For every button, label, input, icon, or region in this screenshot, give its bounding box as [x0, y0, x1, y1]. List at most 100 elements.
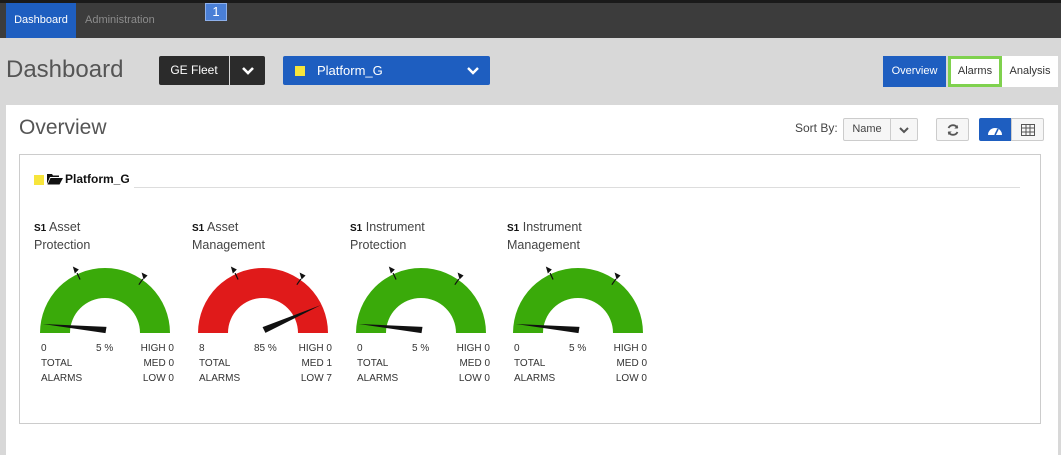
- gauge-card[interactable]: S1 Instrument Management 0 5 % TOTAL ALARMS HI…: [507, 219, 657, 389]
- total-label-line2: ALARMS: [357, 373, 399, 384]
- gauge-dial: [198, 266, 328, 333]
- low-count: LOW 0: [615, 373, 647, 384]
- total-alarms-label: TOTAL ALARMS: [199, 356, 240, 386]
- gauge-title-line2: Management: [192, 238, 265, 252]
- overview-view-button[interactable]: Overview: [883, 56, 946, 87]
- med-count: MED 0: [616, 358, 647, 369]
- gauge-arc: [198, 268, 328, 333]
- gauge-percent: 5 %: [569, 343, 587, 354]
- threshold-marker-low-arrow: [388, 266, 395, 274]
- med-count: MED 0: [459, 358, 490, 369]
- high-count: HIGH 0: [140, 343, 174, 354]
- med-count: MED 1: [301, 358, 332, 369]
- fleet-dropdown-toggle[interactable]: [230, 56, 265, 85]
- group-color-swatch: [34, 175, 44, 185]
- chevron-down-icon: [899, 126, 909, 133]
- gauge-title-line1: Instrument: [365, 220, 425, 234]
- gauge-arc: [356, 268, 486, 333]
- gauge-title-line2: Protection: [34, 238, 91, 252]
- total-alarms-label: TOTAL ALARMS: [357, 356, 398, 386]
- group-name: Platform_G: [65, 172, 130, 186]
- high-count: HIGH 0: [456, 343, 490, 354]
- page-title: Dashboard: [6, 56, 124, 83]
- group-divider: [134, 187, 1020, 188]
- low-count: LOW 0: [142, 373, 174, 384]
- threshold-marker-high-arrow: [614, 272, 621, 280]
- total-alarms-label: TOTAL ALARMS: [41, 356, 82, 386]
- chevron-down-icon: [241, 66, 254, 75]
- med-count: MED 0: [143, 358, 174, 369]
- gauge-title: S1 Instrument Management: [507, 219, 657, 254]
- notification-badge[interactable]: 1: [205, 3, 227, 21]
- total-label-line2: ALARMS: [41, 373, 83, 384]
- gauge-arc: [40, 268, 170, 333]
- platform-color-swatch: [295, 66, 305, 76]
- gauge-dial: [356, 266, 486, 334]
- total-label-line1: TOTAL: [41, 358, 73, 369]
- platform-selector-label: Platform_G: [317, 63, 383, 78]
- platform-selector[interactable]: Platform_G: [283, 56, 490, 85]
- high-count: HIGH 0: [298, 343, 332, 354]
- gauge-view-button[interactable]: [979, 118, 1011, 141]
- dashboard-icon: [988, 127, 1002, 135]
- table-view-button[interactable]: [1011, 118, 1044, 141]
- low-count: LOW 0: [458, 373, 490, 384]
- gauge-code: S1: [192, 223, 205, 234]
- sort-dropdown-toggle[interactable]: [890, 118, 918, 141]
- low-count: LOW 7: [300, 373, 332, 384]
- gauge-percent: 5 %: [412, 343, 430, 354]
- gauge-container: Platform_G S1 Asset Protection 0 5 % TOTAL AL…: [19, 154, 1041, 424]
- total-alarms-label: TOTAL ALARMS: [514, 356, 555, 386]
- gauge-arc: [513, 268, 643, 333]
- gauge-title-line2: Protection: [350, 238, 407, 252]
- chevron-down-icon: [467, 66, 479, 75]
- sort-by-label: Sort By:: [795, 121, 838, 135]
- gauge-min-value: 0: [514, 343, 520, 354]
- analysis-view-button[interactable]: Analysis: [1002, 56, 1058, 87]
- alarms-view-button[interactable]: Alarms: [948, 56, 1002, 87]
- gauge-title-line2: Management: [507, 238, 580, 252]
- gauge-percent: 5 %: [96, 343, 114, 354]
- total-label-line2: ALARMS: [514, 373, 556, 384]
- threshold-marker-low-arrow: [545, 266, 552, 274]
- gauge-card[interactable]: S1 Instrument Protection 0 5 % TOTAL ALARMS HI…: [350, 219, 500, 389]
- folder-open-icon: [47, 174, 63, 185]
- threshold-marker-low-arrow: [230, 266, 237, 274]
- threshold-marker-high-arrow: [141, 272, 148, 280]
- gauge-title-line1: Instrument: [522, 220, 582, 234]
- gauge-code: S1: [34, 223, 47, 234]
- gauge-code: S1: [350, 223, 363, 234]
- gauge-card[interactable]: S1 Asset Management 8 85 % TOTAL ALARMS HIGH 0…: [192, 219, 342, 389]
- threshold-marker-high-arrow: [457, 272, 464, 280]
- threshold-marker-low-arrow: [72, 266, 79, 274]
- gauge-dial: [513, 266, 643, 334]
- gauge-title: S1 Asset Management: [192, 219, 342, 254]
- total-label-line1: TOTAL: [514, 358, 546, 369]
- total-label-line1: TOTAL: [357, 358, 389, 369]
- gauge-title: S1 Asset Protection: [34, 219, 184, 254]
- fleet-selector-button[interactable]: GE Fleet: [159, 56, 229, 85]
- threshold-marker-high-arrow: [299, 272, 306, 280]
- sort-by-select[interactable]: Name: [843, 118, 891, 141]
- gauge-title: S1 Instrument Protection: [350, 219, 500, 254]
- refresh-button[interactable]: [936, 118, 969, 141]
- gauge-title-line1: Asset: [49, 220, 81, 234]
- overview-panel: Overview Sort By: Name Platform_G S1 Ass…: [6, 105, 1058, 455]
- platform-dropdown-caret[interactable]: [462, 56, 484, 85]
- top-nav: Dashboard Administration 1: [0, 0, 1061, 38]
- total-label-line1: TOTAL: [199, 358, 231, 369]
- refresh-icon: [947, 123, 958, 136]
- gauge-dial: [40, 266, 170, 334]
- tab-administration[interactable]: Administration: [76, 3, 164, 38]
- tab-dashboard[interactable]: Dashboard: [6, 3, 76, 38]
- gauge-min-value: 0: [357, 343, 363, 354]
- gauge-code: S1: [507, 223, 520, 234]
- high-count: HIGH 0: [613, 343, 647, 354]
- total-label-line2: ALARMS: [199, 373, 241, 384]
- gauge-title-line1: Asset: [207, 220, 239, 234]
- gauge-min-value: 0: [41, 343, 47, 354]
- gauge-card[interactable]: S1 Asset Protection 0 5 % TOTAL ALARMS HIGH 0 M…: [34, 219, 184, 389]
- gauge-min-value: 8: [199, 343, 205, 354]
- table-icon: [1020, 123, 1035, 136]
- panel-title: Overview: [19, 116, 107, 139]
